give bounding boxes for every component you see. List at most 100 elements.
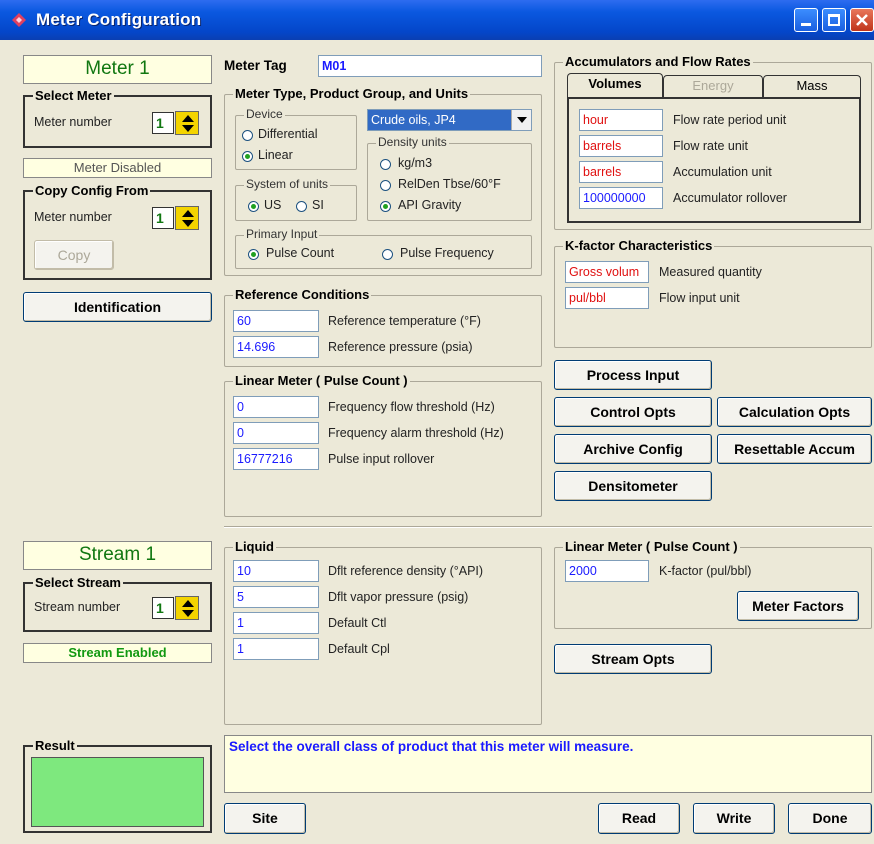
spin-down-icon: [182, 610, 194, 617]
freq-flow-threshold-input[interactable]: 0: [233, 396, 319, 418]
copy-meter-number-label: Meter number: [34, 210, 112, 224]
meter-tag-input[interactable]: M01: [318, 55, 542, 77]
meter-type-title: Meter Type, Product Group, and Units: [233, 86, 471, 101]
kfactor-input[interactable]: 2000: [565, 560, 649, 582]
product-group-select[interactable]: Crude oils, JP4: [367, 109, 532, 131]
primary-pulse-count-label: Pulse Count: [266, 246, 335, 260]
densitometer-button[interactable]: Densitometer: [554, 471, 712, 501]
tab-energy[interactable]: Energy: [663, 75, 763, 97]
device-linear-label: Linear: [258, 148, 293, 162]
default-ctl-input[interactable]: 1: [233, 612, 319, 634]
stream-linear-meter-group: Linear Meter ( Pulse Count ) 2000 K-fact…: [554, 539, 872, 629]
product-group-value: Crude oils, JP4: [368, 110, 511, 130]
freq-alarm-threshold-input[interactable]: 0: [233, 422, 319, 444]
close-icon: [856, 14, 868, 26]
hint-message: Select the overall class of product that…: [224, 735, 872, 793]
spin-up-icon: [182, 600, 194, 607]
density-kgm3-radio[interactable]: [380, 159, 391, 170]
freq-flow-threshold-label: Frequency flow threshold (Hz): [328, 400, 495, 414]
density-units-title: Density units: [376, 135, 449, 149]
flow-input-unit-input[interactable]: pul/bbl: [565, 287, 649, 309]
primary-pulse-count-radio[interactable]: [248, 249, 259, 260]
process-input-button[interactable]: Process Input: [554, 360, 712, 390]
stream-opts-button[interactable]: Stream Opts: [554, 644, 712, 674]
accumulation-unit-input[interactable]: barrels: [579, 161, 663, 183]
select-meter-group: Select Meter Meter number 1: [23, 88, 212, 148]
reference-temperature-input[interactable]: 60: [233, 310, 319, 332]
volumes-tab-panel: hour Flow rate period unit barrels Flow …: [567, 97, 861, 223]
result-group: Result: [23, 738, 212, 833]
density-relden-radio[interactable]: [380, 180, 391, 191]
spin-up-icon: [182, 115, 194, 122]
units-si-radio[interactable]: [296, 201, 307, 212]
reference-temperature-label: Reference temperature (°F): [328, 314, 481, 328]
read-button[interactable]: Read: [598, 803, 680, 834]
units-si-label: SI: [312, 198, 324, 212]
meter-disabled-status: Meter Disabled: [23, 158, 212, 178]
device-linear-radio[interactable]: [242, 151, 253, 162]
site-button[interactable]: Site: [224, 803, 306, 834]
reference-conditions-title: Reference Conditions: [233, 287, 372, 302]
spin-down-icon: [182, 220, 194, 227]
result-title: Result: [33, 738, 77, 753]
result-indicator: [31, 757, 204, 827]
tab-mass[interactable]: Mass: [763, 75, 861, 97]
chevron-down-icon: [517, 117, 527, 123]
flow-rate-period-unit-input[interactable]: hour: [579, 109, 663, 131]
flow-rate-unit-label: Flow rate unit: [673, 139, 749, 153]
stream-number-spinner[interactable]: [175, 596, 199, 620]
flow-rate-period-unit-label: Flow rate period unit: [673, 113, 787, 127]
maximize-button[interactable]: [822, 8, 846, 32]
liquid-title: Liquid: [233, 539, 276, 554]
units-us-radio[interactable]: [248, 201, 259, 212]
units-us-label: US: [264, 198, 282, 212]
spin-up-icon: [182, 210, 194, 217]
density-api-label: API Gravity: [398, 198, 462, 212]
primary-pulse-frequency-radio[interactable]: [382, 249, 393, 260]
control-opts-button[interactable]: Control Opts: [554, 397, 712, 427]
kfactor-group: K-factor Characteristics Gross volum Mea…: [554, 238, 872, 348]
identification-button[interactable]: Identification: [23, 292, 212, 322]
density-api-radio[interactable]: [380, 201, 391, 212]
product-group-dropdown-button[interactable]: [511, 110, 531, 130]
primary-pulse-frequency-label: Pulse Frequency: [400, 246, 494, 260]
stream-enabled-status: Stream Enabled: [23, 643, 212, 663]
title-bar[interactable]: Meter Configuration: [0, 0, 874, 40]
maximize-icon: [828, 14, 840, 26]
meter-number-spinner[interactable]: [175, 111, 199, 135]
kfactor-title: K-factor Characteristics: [563, 238, 715, 253]
reference-pressure-input[interactable]: 14.696: [233, 336, 319, 358]
done-button[interactable]: Done: [788, 803, 872, 834]
meter-type-group: Meter Type, Product Group, and Units Dev…: [224, 86, 542, 276]
measured-quantity-input[interactable]: Gross volum: [565, 261, 649, 283]
tab-volumes[interactable]: Volumes: [567, 73, 663, 97]
accumulators-group: Accumulators and Flow Rates Volumes Ener…: [554, 54, 872, 230]
copy-meter-number-spinner[interactable]: [175, 206, 199, 230]
system-of-units-title: System of units: [244, 177, 331, 191]
device-differential-radio[interactable]: [242, 130, 253, 141]
meter-factors-button[interactable]: Meter Factors: [737, 591, 859, 621]
primary-input-group: Primary Input Pulse Count Pulse Frequenc…: [235, 227, 532, 269]
flow-rate-unit-input[interactable]: barrels: [579, 135, 663, 157]
density-relden-label: RelDen Tbse/60°F: [398, 177, 501, 191]
close-button[interactable]: [850, 8, 874, 32]
default-cpl-input[interactable]: 1: [233, 638, 319, 660]
pulse-input-rollover-input[interactable]: 16777216: [233, 448, 319, 470]
resettable-accum-button[interactable]: Resettable Accum: [717, 434, 872, 464]
stream-number-value[interactable]: 1: [152, 597, 174, 619]
archive-config-button[interactable]: Archive Config: [554, 434, 712, 464]
spin-down-icon: [182, 125, 194, 132]
copy-button[interactable]: Copy: [34, 240, 114, 270]
system-of-units-group: System of units US SI: [235, 177, 357, 221]
meter-number-value[interactable]: 1: [152, 112, 174, 134]
calculation-opts-button[interactable]: Calculation Opts: [717, 397, 872, 427]
minimize-button[interactable]: [794, 8, 818, 32]
accumulators-tabset: Volumes Energy Mass hour Flow rate perio…: [565, 73, 861, 223]
copy-meter-number-value[interactable]: 1: [152, 207, 174, 229]
write-button[interactable]: Write: [693, 803, 775, 834]
linear-meter-group: Linear Meter ( Pulse Count ) 0 Frequency…: [224, 373, 542, 517]
vapor-pressure-input[interactable]: 5: [233, 586, 319, 608]
copy-config-group: Copy Config From Meter number 1 Copy: [23, 183, 212, 280]
ref-density-input[interactable]: 10: [233, 560, 319, 582]
accumulator-rollover-input[interactable]: 100000000: [579, 187, 663, 209]
